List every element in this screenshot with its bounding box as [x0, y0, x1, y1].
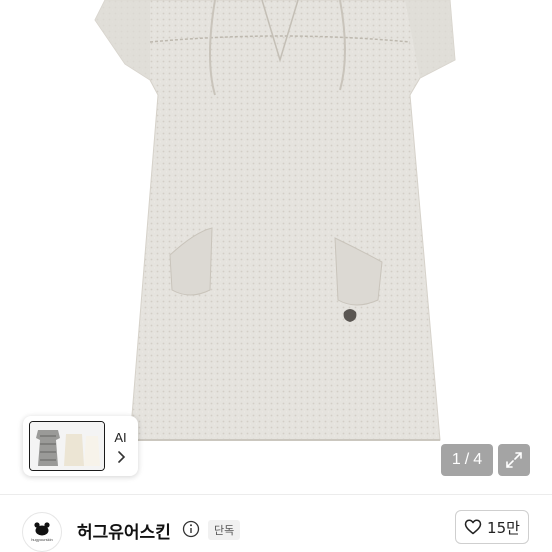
brand-logo[interactable]: hugyourskin	[22, 512, 62, 552]
brand-bar: hugyourskin 허그유어스킨 단독 15만	[0, 494, 552, 552]
brand-logo-text: hugyourskin	[31, 537, 53, 542]
like-count: 15만	[487, 518, 520, 537]
pager-current: 1	[451, 451, 461, 468]
image-pager: 1 / 4	[441, 444, 493, 476]
heart-outline-icon	[464, 519, 482, 535]
like-button[interactable]: 15만	[455, 510, 529, 544]
info-icon[interactable]	[182, 520, 200, 538]
outfit-thumbnail	[29, 421, 105, 471]
bear-logo-icon	[34, 522, 50, 536]
brand-name[interactable]: 허그유어스킨	[77, 518, 171, 543]
ai-label: AI	[114, 429, 127, 445]
ai-recommend-card[interactable]: AI	[23, 416, 138, 476]
exclusive-badge: 단독	[208, 520, 241, 540]
chevron-right-icon[interactable]	[116, 450, 126, 463]
expand-icon	[506, 452, 522, 468]
pager-separator: /	[464, 451, 470, 468]
pager-total: 4	[473, 451, 483, 468]
expand-button[interactable]	[498, 444, 530, 476]
